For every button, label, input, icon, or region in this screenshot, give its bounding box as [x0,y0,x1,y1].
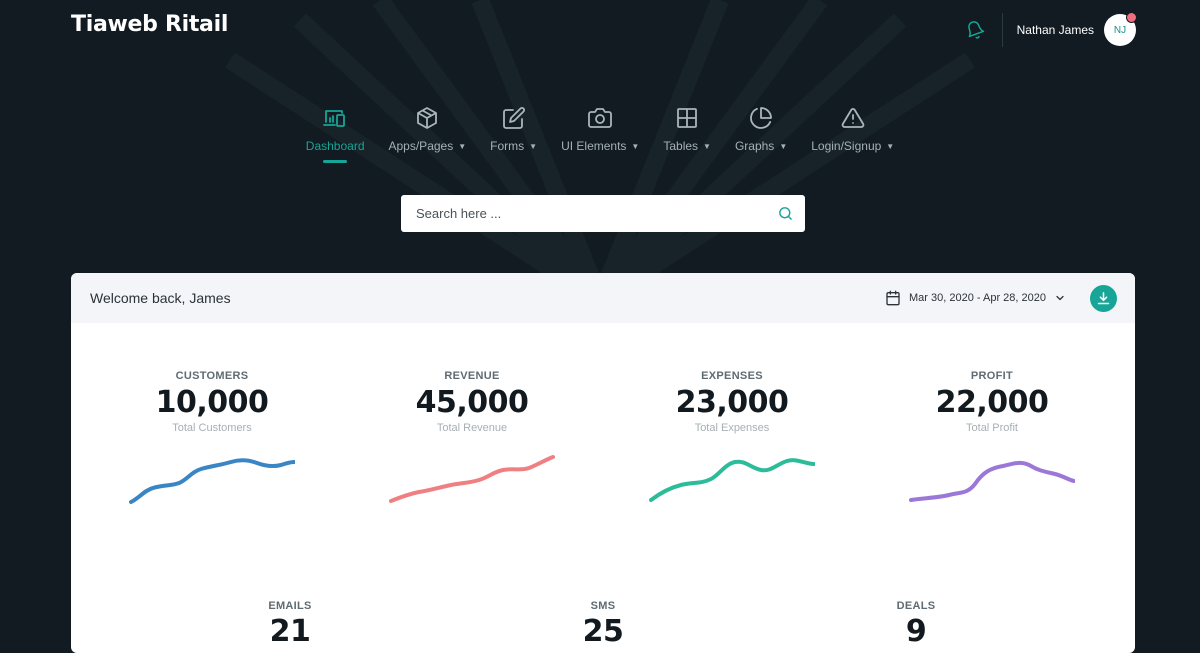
stat-deals: DEALS 9 [816,600,1016,649]
caret-down-icon: ▼ [886,142,895,151]
download-icon [1097,291,1110,304]
sparkline-customers [129,458,295,504]
nav-item-forms[interactable]: Forms ▼ [490,106,537,153]
nav-label-apps-pages: Apps/Pages [388,139,454,153]
caret-down-icon: ▼ [703,142,711,151]
search-input[interactable] [401,206,765,221]
calendar-icon [886,290,900,306]
caret-down-icon: ▼ [779,142,788,151]
search-bar [401,195,805,232]
stat-label: EXPENSES [701,370,763,382]
cube-icon [415,106,439,130]
active-indicator [323,160,348,163]
date-range-text: Mar 30, 2020 - Apr 28, 2020 [909,292,1046,304]
nav-label-graphs: Graphs [734,139,775,153]
stat-value: 21 [269,614,311,649]
camera-icon [588,106,613,130]
stat-label: SMS [590,600,616,612]
nav-item-graphs[interactable]: Graphs ▼ [735,106,787,153]
stat-subtitle: Total Revenue [436,422,508,434]
search-button[interactable] [765,195,805,232]
user-area: Nathan James NJ [964,10,1137,50]
nav-label-ui-elements: UI Elements [561,139,627,153]
download-button[interactable] [1090,284,1117,312]
stats-row: CUSTOMERS 10,000 Total Customers REVENUE… [71,370,1135,510]
chevron-down-icon [1056,295,1064,301]
dashboard-card: Welcome back, James Mar 30, 2020 - Apr 2… [71,273,1135,653]
nav-item-dashboard[interactable]: Dashboard [305,106,365,163]
sparkline-revenue [389,455,555,503]
stat-label: EMAILS [268,600,312,612]
grid-icon [675,106,699,130]
date-range-picker[interactable]: Mar 30, 2020 - Apr 28, 2020 [885,290,1066,306]
stat-emails: EMAILS 21 [190,600,390,649]
nav-label-dashboard: Dashboard [305,139,365,153]
main-nav: Dashboard Apps/Pages ▼ Forms ▼ UI Elements… [0,106,1200,163]
nav-item-apps-pages[interactable]: Apps/Pages ▼ [388,106,467,153]
stat-value: 25 [582,614,624,649]
caret-down-icon: ▼ [458,142,467,151]
nav-item-ui-elements[interactable]: UI Elements ▼ [561,106,639,153]
stat-label: CUSTOMERS [175,370,249,382]
stat-label: DEALS [896,600,936,612]
stat-value: 45,000 [415,385,529,420]
edit-icon [502,106,526,130]
nav-label-tables: Tables [663,139,699,153]
nav-item-tables[interactable]: Tables ▼ [663,106,711,153]
stat-value: 10,000 [155,385,269,420]
nav-label-login-signup: Login/Signup [811,139,882,153]
notification-dot [1126,12,1137,23]
notification-bell-icon[interactable] [964,19,986,41]
stat-value: 23,000 [675,385,789,420]
stat-subtitle: Total Expenses [694,422,770,434]
stat-subtitle: Total Profit [966,422,1018,434]
user-name[interactable]: Nathan James [1017,23,1094,37]
stat-profit: PROFIT 22,000 Total Profit [862,370,1122,510]
stat-label: PROFIT [970,370,1014,382]
brand-logo[interactable]: Tiaweb Ritail [71,12,228,37]
card-header: Welcome back, James Mar 30, 2020 - Apr 2… [71,273,1135,323]
sparkline-profit [909,460,1075,502]
caret-down-icon: ▼ [529,142,538,151]
stat-value: 22,000 [935,385,1049,420]
stat-subtitle: Total Customers [172,422,252,434]
avatar-initials: NJ [1113,24,1127,36]
search-icon [778,207,792,220]
nav-item-login-signup[interactable]: Login/Signup ▼ [811,106,894,153]
stat-expenses: EXPENSES 23,000 Total Expenses [602,370,862,510]
stat-sms: SMS 25 [503,600,703,649]
stat-revenue: REVENUE 45,000 Total Revenue [342,370,602,510]
stat-value: 9 [905,614,927,649]
sparkline-expenses [649,458,815,502]
pie-chart-icon [749,106,773,130]
welcome-message: Welcome back, James [90,290,231,306]
header-divider [1001,13,1003,47]
stat-label: REVENUE [444,370,500,382]
devices-icon [323,106,347,130]
avatar[interactable]: NJ [1104,12,1137,46]
alert-triangle-icon [841,106,865,130]
stat-customers: CUSTOMERS 10,000 Total Customers [82,370,342,510]
caret-down-icon: ▼ [631,142,640,151]
nav-label-forms: Forms [490,139,525,153]
